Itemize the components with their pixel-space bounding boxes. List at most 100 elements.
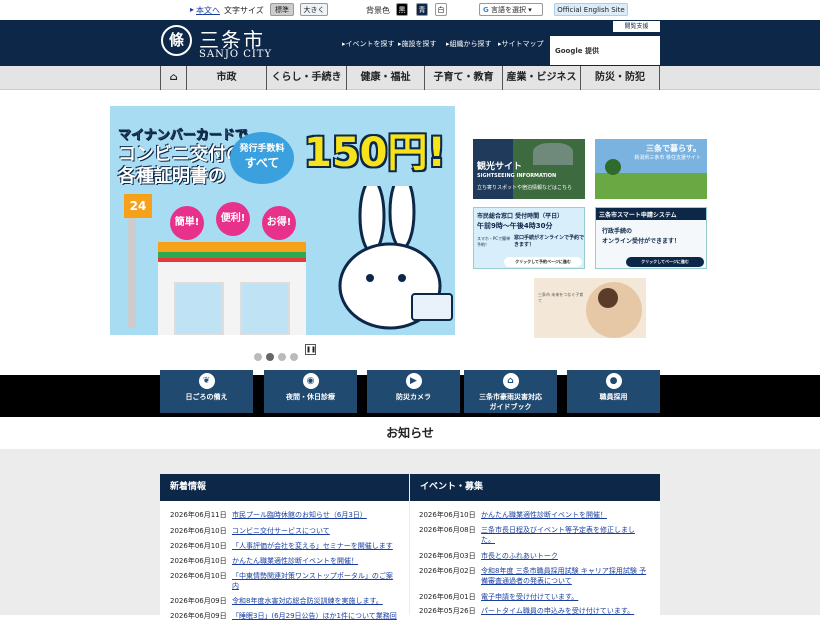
news-date: 2026年06月10日	[170, 527, 227, 535]
kiosk-label: 閲覧支援	[624, 23, 649, 30]
chevron-down-icon: ▾	[528, 6, 532, 14]
event-date	[419, 576, 481, 586]
smart-line-2: オンライン受付ができます！	[602, 238, 681, 245]
rabbit-mascot-icon	[338, 186, 453, 330]
store-building	[158, 242, 306, 335]
news-link[interactable]: 「睡眠3日」(6月29日公告）ほか1件について業務回	[232, 611, 397, 621]
news-link[interactable]: 「中東情勢関連対策ワンストップポータル」のご案	[232, 571, 393, 581]
bg-blue-button[interactable]: 青	[416, 3, 428, 16]
slide-line-3: 各種証明書の	[118, 166, 226, 187]
event-link[interactable]: 令和8年度 三条市職員採用試験 キャリア採用試験 予	[481, 566, 646, 576]
pause-button[interactable]: ❚❚	[305, 344, 316, 355]
slide-dot-2[interactable]	[266, 353, 274, 361]
google-g-icon: G	[483, 6, 489, 14]
font-size-label: 文字サイズ	[224, 6, 264, 15]
event-date: 2026年06月03日	[419, 552, 476, 560]
quick-flood-guidebook[interactable]: ⌂ 三条市豪雨災害対応 ガイドブック	[464, 368, 557, 413]
event-link[interactable]: 電子申請を受け付けています。	[481, 592, 578, 602]
header-link-label: 組織から探す	[449, 40, 492, 48]
nav-item-health[interactable]: 健康・福祉	[346, 66, 424, 90]
convenient-bubble: 便利!	[216, 202, 250, 236]
banner-smart-apply[interactable]: 三条市スマート申請システム 行政手続の オンライン受付ができます！ クリックして…	[595, 207, 707, 269]
banner-life[interactable]: 三条で暮らす。 新潟県三条市 移住支援サイト	[595, 139, 707, 199]
header-link-events[interactable]: ▸イベントを探す	[342, 39, 395, 49]
news-date: 2026年06月10日	[170, 557, 227, 565]
sightseeing-title: 観光サイト	[477, 162, 523, 172]
main-slide[interactable]: マイナンバーカードで コンビニ交付の 各種証明書の 発行手数料 すべて 150円…	[110, 106, 455, 335]
event-link[interactable]: かんたん職業適性診断イベントを開催！	[481, 510, 607, 520]
event-date: 2026年06月10日	[419, 511, 476, 519]
slide-dot-3[interactable]	[278, 353, 286, 361]
header-link-organization[interactable]: ▸組織から探す	[446, 39, 492, 49]
slide-dot-4[interactable]	[290, 353, 298, 361]
event-link[interactable]: た。	[481, 535, 495, 545]
news-link[interactable]: かんたん職業適性診断イベントを開催！	[232, 556, 358, 566]
search-input[interactable]: Google 提供	[550, 36, 660, 65]
price-label: 150円!	[304, 130, 446, 176]
city-emblem-icon[interactable]: 條	[161, 25, 192, 56]
nav-home[interactable]: ⌂	[160, 66, 186, 90]
news-item: 2026年06月10日 「人事評価が会社を変える」セミナーを開催します	[170, 541, 393, 551]
banner-counter[interactable]: 市民総合窓口 受付時間（平日） 午前9時〜午後4時30分 スマホ・PCで簡単予約…	[473, 207, 585, 269]
quick-preparedness[interactable]: ❦ 日ごろの備え	[160, 368, 253, 413]
news-link[interactable]: 市民プール臨時休館のお知らせ（6月3日）	[232, 510, 367, 520]
news-item: 2026年06月10日 コンビニ交付サービスについて	[170, 526, 330, 536]
counter-desc: 窓口手続がオンラインで予約できます！	[514, 235, 585, 248]
bg-white-button[interactable]: 白	[435, 3, 447, 16]
site-header: 條 三条市 SANJO CITY 閲覧支援 ▸イベントを探す ▸施設を探す ▸組…	[0, 20, 820, 66]
nav-item-childcare[interactable]: 子育て・教育	[424, 66, 502, 90]
quick-disaster-camera[interactable]: ▶ 防災カメラ	[367, 368, 460, 413]
event-link[interactable]: 市長とのふれあいトーク	[481, 551, 558, 561]
pause-icon: ❚❚	[306, 346, 317, 353]
person-icon: ●	[605, 373, 622, 389]
news-item-continued: 内	[170, 581, 239, 591]
quick-recruitment[interactable]: ● 職員採用	[567, 368, 660, 413]
event-link[interactable]: 備審査通過者の発表について	[481, 576, 572, 586]
banner-childcare[interactable]: 三条市 未来をつなぐ子育て	[534, 278, 646, 338]
quick-label: 職員採用	[599, 393, 628, 401]
header-link-label: サイトマップ	[501, 40, 544, 48]
section-title: お知らせ	[386, 426, 434, 440]
slide-dot-1[interactable]	[254, 353, 262, 361]
skip-to-content-link[interactable]: 本文へ	[196, 5, 220, 16]
font-standard-button[interactable]: 標準	[270, 3, 294, 16]
bg-black-button[interactable]: 黒	[396, 3, 408, 16]
event-item: 2026年06月03日 市長とのふれあいトーク	[419, 551, 558, 561]
banner-sightseeing[interactable]: 観光サイト SIGHTSEEING INFORMATION 立ち寄りスポットや宿…	[473, 139, 585, 199]
font-large-button[interactable]: 大きく	[300, 3, 328, 16]
news-link[interactable]: コンビニ交付サービスについて	[232, 526, 330, 536]
event-item: 2026年06月02日 令和8年度 三条市職員採用試験 キャリア採用試験 予	[419, 566, 646, 576]
event-item-continued: た。	[419, 535, 495, 545]
header-link-sitemap[interactable]: ▸サイトマップ	[498, 39, 544, 49]
counter-button: クリックして予約ページに進む	[504, 257, 582, 267]
house-icon: ⌂	[169, 72, 178, 83]
quick-label: 夜間・休日診療	[286, 393, 335, 401]
news-item: 2026年06月09日 令和8年度水害対応総合防災訓練を実施します。	[170, 596, 383, 606]
news-item: 2026年06月09日 「睡眠3日」(6月29日公告）ほか1件について業務回	[170, 611, 397, 621]
accessibility-support-button[interactable]: 閲覧支援	[613, 21, 660, 32]
nav-item-city-government[interactable]: 市政	[186, 66, 266, 90]
news-link[interactable]: 「人事評価が会社を変える」セミナーを開催します	[232, 541, 393, 551]
sightseeing-en: SIGHTSEEING INFORMATION	[477, 173, 557, 179]
life-title: 三条で暮らす。	[645, 144, 701, 153]
news-latest-title: 新着情報	[160, 474, 409, 501]
fee-badge: 発行手数料 すべて	[230, 132, 294, 184]
news-link[interactable]: 内	[232, 581, 239, 591]
event-link[interactable]: 三条市長日程及びイベント等予定表を修正しまし	[481, 525, 635, 535]
language-select[interactable]: G 言語を選択 ▾	[479, 3, 543, 16]
camera-icon: ◉	[302, 373, 319, 389]
event-date	[419, 535, 481, 545]
nav-item-disaster[interactable]: 防災・防犯	[580, 66, 660, 90]
nav-item-living[interactable]: くらし・手続き	[266, 66, 346, 90]
header-link-label: 施設を探す	[401, 40, 437, 48]
counter-title: 市民総合窓口 受付時間（平日）	[477, 213, 564, 220]
official-english-link[interactable]: Official English Site	[554, 3, 628, 16]
nav-item-business[interactable]: 産業・ビジネス	[502, 66, 580, 90]
quick-label-2: ガイドブック	[489, 403, 532, 411]
event-item: 2026年06月01日 電子申請を受け付けています。	[419, 592, 578, 602]
skip-link-icon: ▸	[190, 5, 195, 14]
quick-emergency-clinic[interactable]: ◉ 夜間・休日診療	[264, 368, 357, 413]
header-link-facilities[interactable]: ▸施設を探す	[398, 39, 437, 49]
news-date: 2026年06月09日	[170, 612, 227, 620]
news-link[interactable]: 令和8年度水害対応総合防災訓練を実施します。	[232, 596, 383, 606]
